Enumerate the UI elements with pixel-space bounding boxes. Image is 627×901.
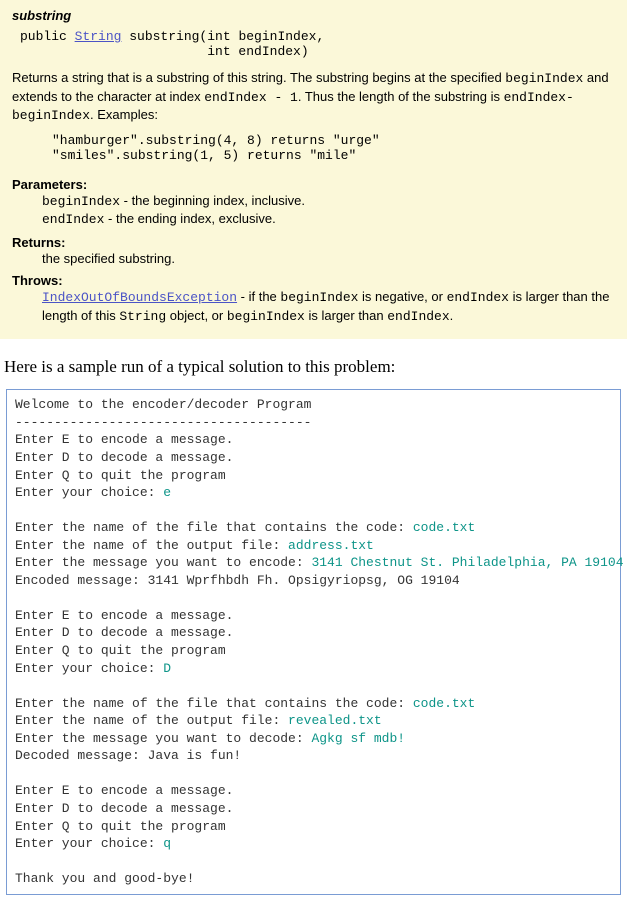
- examples-block: "hamburger".substring(4, 8) returns "urg…: [52, 133, 615, 163]
- term-input: revealed.txt: [288, 713, 382, 728]
- throws-text: - if the: [237, 289, 280, 304]
- term-line: Decoded message: Java is fun!: [15, 748, 241, 763]
- term-prompt: Enter your choice:: [15, 836, 163, 851]
- method-description: Returns a string that is a substring of …: [12, 69, 615, 125]
- term-line: --------------------------------------: [15, 415, 311, 430]
- term-prompt: Enter your choice:: [15, 485, 163, 500]
- term-input: Agkg sf mdb!: [311, 731, 405, 746]
- throws-code: beginIndex: [227, 309, 305, 324]
- returns-label: Returns:: [12, 235, 615, 250]
- parameters-label: Parameters:: [12, 177, 615, 192]
- term-input: code.txt: [413, 520, 475, 535]
- desc-text: . Thus the length of the substring is: [298, 89, 504, 104]
- term-line: Enter D to decode a message.: [15, 625, 233, 640]
- throws-exception-link[interactable]: IndexOutOfBoundsException: [42, 290, 237, 305]
- desc-code: beginIndex: [505, 71, 583, 86]
- throws-text: is negative, or: [358, 289, 446, 304]
- terminal-output: Welcome to the encoder/decoder Program -…: [6, 389, 621, 894]
- term-prompt: Enter the name of the file that contains…: [15, 696, 413, 711]
- desc-code: endIndex - 1: [204, 90, 298, 105]
- term-line: Enter Q to quit the program: [15, 819, 226, 834]
- returns-text: the specified substring.: [42, 251, 175, 266]
- sample-run-intro: Here is a sample run of a typical soluti…: [4, 357, 627, 377]
- term-line: Enter D to decode a message.: [15, 801, 233, 816]
- param-name: beginIndex: [42, 194, 120, 209]
- throws-label: Throws:: [12, 273, 615, 288]
- sig-rest1: substring(int beginIndex,: [121, 29, 324, 44]
- example-line: "hamburger".substring(4, 8) returns "urg…: [52, 133, 380, 148]
- throws-code: String: [119, 309, 166, 324]
- javadoc-block: substring public String substring(int be…: [0, 0, 627, 339]
- term-prompt: Enter your choice:: [15, 661, 163, 676]
- term-input: q: [163, 836, 171, 851]
- term-input: e: [163, 485, 171, 500]
- term-line: Enter D to decode a message.: [15, 450, 233, 465]
- throws-text: is larger than: [305, 308, 387, 323]
- term-input: address.txt: [288, 538, 374, 553]
- sig-type-link[interactable]: String: [75, 29, 122, 44]
- param-name: endIndex: [42, 212, 104, 227]
- term-prompt: Enter the name of the file that contains…: [15, 520, 413, 535]
- returns-body: the specified substring.: [42, 250, 615, 268]
- term-line: Enter E to encode a message.: [15, 783, 233, 798]
- param-desc: - the beginning index, inclusive.: [120, 193, 305, 208]
- example-line: "smiles".substring(1, 5) returns "mile": [52, 148, 356, 163]
- term-line: Thank you and good-bye!: [15, 871, 194, 886]
- term-input: code.txt: [413, 696, 475, 711]
- throws-body: IndexOutOfBoundsException - if the begin…: [42, 288, 615, 325]
- term-line: Enter Q to quit the program: [15, 468, 226, 483]
- desc-text: . Examples:: [90, 107, 158, 122]
- term-prompt: Enter the name of the output file:: [15, 713, 288, 728]
- term-input: 3141 Chestnut St. Philadelphia, PA 19104: [311, 555, 623, 570]
- term-line: Enter E to encode a message.: [15, 432, 233, 447]
- desc-text: Returns a string that is a substring of …: [12, 70, 505, 85]
- throws-code: beginIndex: [280, 290, 358, 305]
- term-input: D: [163, 661, 171, 676]
- parameters-body: beginIndex - the beginning index, inclus…: [42, 192, 615, 229]
- term-line: Encoded message: 3141 Wprfhbdh Fh. Opsig…: [15, 573, 460, 588]
- throws-text: object, or: [166, 308, 227, 323]
- term-prompt: Enter the message you want to decode:: [15, 731, 311, 746]
- term-line: Enter E to encode a message.: [15, 608, 233, 623]
- term-line: Enter Q to quit the program: [15, 643, 226, 658]
- throws-code: endIndex: [447, 290, 509, 305]
- term-prompt: Enter the name of the output file:: [15, 538, 288, 553]
- param-desc: - the ending index, exclusive.: [104, 211, 275, 226]
- throws-text: .: [450, 308, 454, 323]
- throws-code: endIndex: [387, 309, 449, 324]
- sig-prefix: public: [20, 29, 75, 44]
- method-signature: public String substring(int beginIndex, …: [20, 29, 615, 59]
- sig-rest2: int endIndex): [20, 44, 309, 59]
- term-line: Welcome to the encoder/decoder Program: [15, 397, 311, 412]
- term-prompt: Enter the message you want to encode:: [15, 555, 311, 570]
- method-name: substring: [12, 8, 615, 23]
